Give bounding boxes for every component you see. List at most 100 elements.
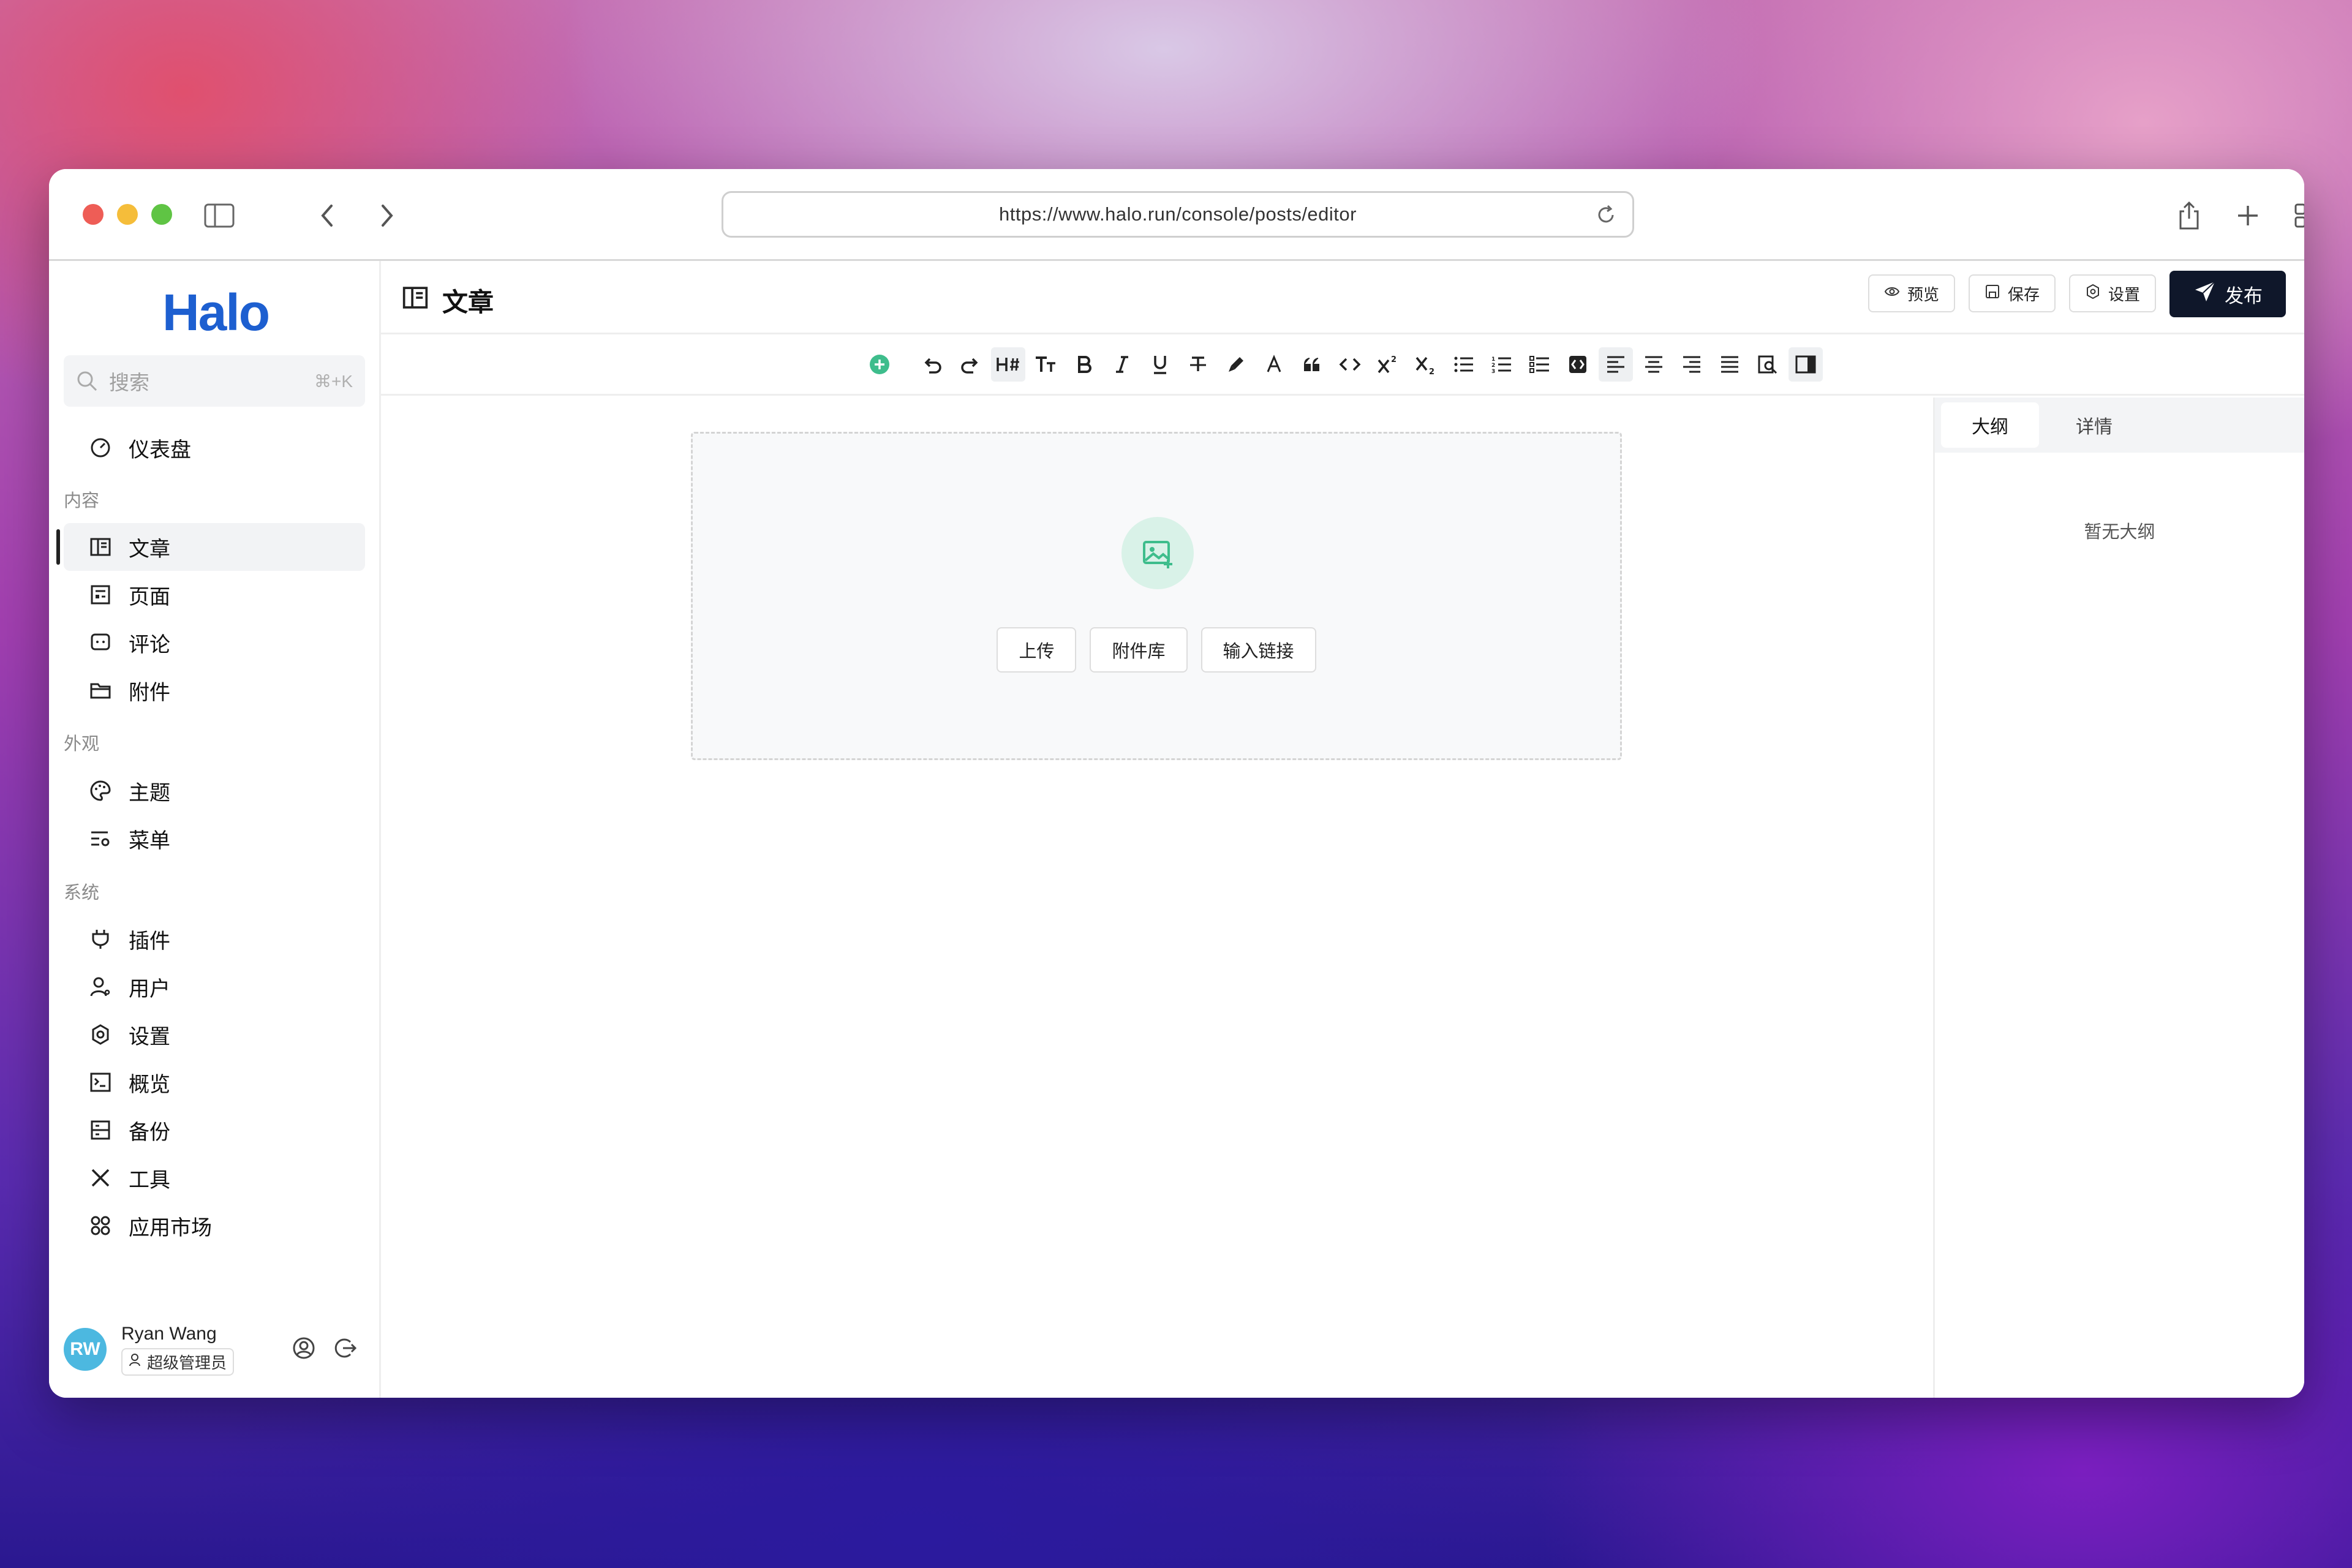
save-button[interactable]: 保存 xyxy=(1968,274,2056,312)
sidebar-item-menus[interactable]: 菜单 xyxy=(64,815,365,862)
address-bar[interactable]: https://www.halo.run/console/posts/edito… xyxy=(722,191,1634,238)
publish-button[interactable]: 发布 xyxy=(2169,271,2286,317)
new-tab-icon[interactable] xyxy=(2231,198,2265,233)
search-input[interactable]: 搜索 ⌘+K xyxy=(64,355,365,407)
sidebar-item-app-market[interactable]: 应用市场 xyxy=(64,1202,365,1250)
sidebar-item-tools[interactable]: 工具 xyxy=(64,1154,365,1202)
ordered-list-icon[interactable]: 123 xyxy=(1485,347,1519,382)
italic-icon[interactable] xyxy=(1105,347,1139,382)
quote-icon[interactable] xyxy=(1295,347,1329,382)
gauge-icon xyxy=(88,435,113,460)
upload-options: 上传 附件库 输入链接 xyxy=(693,627,1620,673)
gear-icon xyxy=(2085,284,2101,304)
sidebar-item-posts[interactable]: 文章 xyxy=(56,523,365,571)
editor-toolbar: 2 2 123 xyxy=(381,334,2304,396)
back-icon[interactable] xyxy=(310,198,344,233)
align-center-icon[interactable] xyxy=(1637,347,1671,382)
sidebar-item-label: 文章 xyxy=(129,537,170,561)
send-icon xyxy=(2193,279,2217,309)
browser-window: https://www.halo.run/console/posts/edito… xyxy=(49,169,2304,1398)
header-actions: 预览 保存 设置 发布 xyxy=(1868,271,2286,317)
underline-icon[interactable] xyxy=(1143,347,1177,382)
attachment-library-button[interactable]: 附件库 xyxy=(1090,627,1188,673)
settings-button[interactable]: 设置 xyxy=(2068,274,2156,312)
sidebar-item-themes[interactable]: 主题 xyxy=(64,767,365,815)
svg-text:2: 2 xyxy=(1391,355,1396,364)
sidebar-item-dashboard[interactable]: 仪表盘 xyxy=(64,424,365,472)
sidebar-item-label: 概览 xyxy=(129,1072,170,1096)
folder-icon xyxy=(88,678,113,703)
tab-overview-icon[interactable] xyxy=(2290,198,2304,233)
superscript-icon[interactable]: 2 xyxy=(1371,347,1405,382)
highlight-icon[interactable] xyxy=(1219,347,1253,382)
strikethrough-icon[interactable] xyxy=(1181,347,1215,382)
sidebar-item-pages[interactable]: 页面 xyxy=(64,571,365,619)
tab-outline[interactable]: 大纲 xyxy=(1941,402,2039,448)
editor-side-panel: 大纲 详情 暂无大纲 xyxy=(1933,398,2304,1398)
sidebar-item-settings[interactable]: 设置 xyxy=(64,1011,365,1058)
subscript-icon[interactable]: 2 xyxy=(1409,347,1443,382)
save-label: 保存 xyxy=(2007,285,2040,304)
code-block-icon[interactable] xyxy=(1561,347,1595,382)
tab-details[interactable]: 详情 xyxy=(2045,402,2143,448)
eye-icon xyxy=(1884,284,1900,304)
font-size-icon[interactable] xyxy=(1029,347,1063,382)
sidebar-item-attachments[interactable]: 附件 xyxy=(64,666,365,714)
page-icon xyxy=(88,582,113,607)
task-list-icon[interactable] xyxy=(1523,347,1557,382)
close-window-button[interactable] xyxy=(83,204,104,225)
sidebar-item-label: 页面 xyxy=(129,585,170,609)
editor-canvas[interactable]: 上传 附件库 输入链接 xyxy=(381,398,1933,1398)
align-right-icon[interactable] xyxy=(1675,347,1709,382)
user-actions xyxy=(292,1336,358,1363)
profile-icon[interactable] xyxy=(292,1336,316,1363)
sidebar-item-label: 插件 xyxy=(129,929,170,953)
sidebar-item-label: 仪表盘 xyxy=(129,438,191,462)
redo-icon[interactable] xyxy=(953,347,987,382)
input-link-button[interactable]: 输入链接 xyxy=(1200,627,1316,673)
side-panel-tabs: 大纲 详情 xyxy=(1935,398,2304,453)
text-color-icon[interactable] xyxy=(1257,347,1291,382)
book-open-icon xyxy=(402,284,429,317)
sidebar: Halo 搜索 ⌘+K 仪表盘 内容 文章 页面 评论 附件 外观 主题 菜单 … xyxy=(49,261,381,1398)
sidebar-item-comments[interactable]: 评论 xyxy=(64,619,365,666)
avatar[interactable]: RW xyxy=(64,1328,107,1371)
search-shortcut: ⌘+K xyxy=(314,371,353,391)
undo-icon[interactable] xyxy=(915,347,949,382)
minimize-window-button[interactable] xyxy=(117,204,138,225)
upload-button[interactable]: 上传 xyxy=(997,627,1077,673)
main-content: 文章 预览 保存 设置 发布 2 2 1 2 3 上传 附件库 输入链接 大纲 … xyxy=(381,261,2304,1398)
sidebar-item-backup[interactable]: 备份 xyxy=(64,1106,365,1154)
image-upload-block[interactable]: 上传 附件库 输入链接 xyxy=(691,432,1622,760)
bold-icon[interactable] xyxy=(1067,347,1101,382)
logout-icon[interactable] xyxy=(333,1336,358,1363)
save-icon xyxy=(1985,284,2000,304)
preview-button[interactable]: 预览 xyxy=(1868,274,1955,312)
database-icon xyxy=(88,1118,113,1142)
forward-icon[interactable] xyxy=(370,198,404,233)
section-label-system: 系统 xyxy=(64,883,100,903)
insert-block-icon[interactable] xyxy=(862,347,897,382)
sidebar-item-users[interactable]: 用户 xyxy=(64,963,365,1011)
halo-logo[interactable]: Halo xyxy=(162,283,270,342)
search-replace-icon[interactable] xyxy=(1751,347,1785,382)
sidebar-toggle-icon[interactable] xyxy=(202,198,236,233)
code-icon[interactable] xyxy=(1333,347,1367,382)
share-icon[interactable] xyxy=(2172,198,2206,233)
gear-icon xyxy=(88,1022,113,1047)
sidebar-item-label: 附件 xyxy=(129,680,170,704)
book-open-icon xyxy=(88,535,113,559)
toggle-sidebar-icon[interactable] xyxy=(1789,347,1823,382)
sidebar-item-overview[interactable]: 概览 xyxy=(64,1058,365,1106)
page-title: 文章 xyxy=(402,282,494,319)
align-justify-icon[interactable] xyxy=(1713,347,1747,382)
bullet-list-icon[interactable] xyxy=(1447,347,1481,382)
reload-icon[interactable] xyxy=(1596,204,1616,231)
sidebar-item-label: 应用市场 xyxy=(129,1216,212,1240)
sidebar-item-plugins[interactable]: 插件 xyxy=(64,915,365,963)
heading-icon[interactable] xyxy=(991,347,1025,382)
maximize-window-button[interactable] xyxy=(151,204,172,225)
user-name: Ryan Wang xyxy=(121,1323,217,1344)
browser-titlebar: https://www.halo.run/console/posts/edito… xyxy=(49,169,2304,261)
align-left-icon[interactable] xyxy=(1599,347,1633,382)
